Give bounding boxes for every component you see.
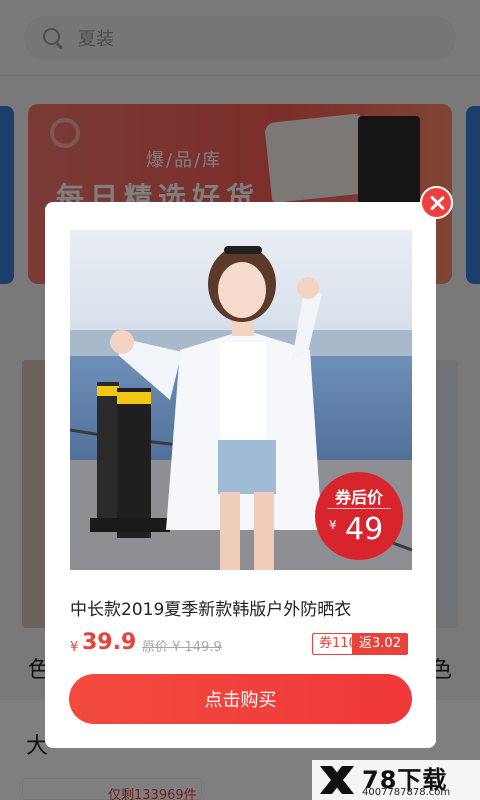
current-price: 39.9 <box>82 630 137 655</box>
badge-label: 券后价 <box>334 488 383 507</box>
rebate-tag: 返3.02 <box>352 633 408 655</box>
watermark-logo <box>320 766 354 794</box>
price-currency: ¥ <box>70 640 79 655</box>
badge-amount: 49 <box>345 512 384 547</box>
close-button[interactable] <box>420 186 453 219</box>
watermark: 78下载 4007787878.com <box>312 760 480 800</box>
price-row: ¥ 39.9 原价 ¥ 149.9 券110 返3.02 <box>70 630 415 660</box>
close-icon <box>429 195 445 211</box>
badge-divider <box>327 508 391 509</box>
product-title: 中长款2019夏季新款韩版户外防晒衣 <box>70 600 352 620</box>
badge-currency: ¥ <box>329 518 337 532</box>
watermark-phone: 4007787878.com <box>362 787 451 798</box>
original-price: 原价 ¥ 149.9 <box>142 640 222 655</box>
buy-button[interactable]: 点击购买 <box>69 674 412 724</box>
product-popup: 券后价 ¥ 49 中长款2019夏季新款韩版户外防晒衣 ¥ 39.9 原价 ¥ … <box>45 202 436 748</box>
after-coupon-price-badge: 券后价 ¥ 49 <box>315 472 403 560</box>
